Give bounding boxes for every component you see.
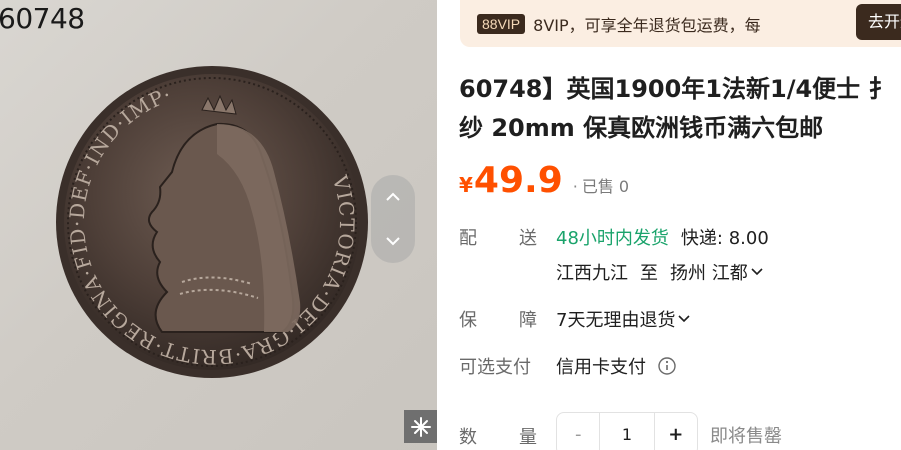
- product-info-panel: 88VIP 8VIP，可享全年退货包运费，每 去开通 60748】英国1900年…: [437, 0, 901, 450]
- guarantee-value: 7天无理由退货: [556, 310, 676, 331]
- zoom-button[interactable]: [404, 410, 437, 443]
- guarantee-info[interactable]: 7天无理由退货: [556, 306, 691, 332]
- ship-time: 48小时内发货: [556, 228, 669, 249]
- guarantee-label-char-2: 障: [519, 310, 537, 331]
- delivery-label-char-2: 送: [519, 228, 537, 249]
- image-nav-arrows: [371, 175, 415, 263]
- quantity-input[interactable]: 1: [599, 413, 655, 450]
- chevron-up-icon: [386, 192, 400, 201]
- ship-to-word: 至: [640, 263, 658, 284]
- payment-value: 信用卡支付: [556, 357, 646, 378]
- express-fee: 快递: 8.00: [680, 228, 769, 249]
- product-image-panel[interactable]: 60748 VICTORIA·DEI·GRA·BRITT·REGINA·FID·…: [0, 0, 437, 450]
- payment-label: 可选支付: [459, 353, 537, 379]
- quantity-label-char-1: 数: [459, 427, 477, 448]
- quantity-label: 数 量: [459, 423, 537, 449]
- ship-to: 扬州 江都: [670, 263, 748, 284]
- vip-badge: 88VIP: [477, 13, 526, 34]
- product-title-line-1: 60748】英国1900年1法新1/4便士 扌: [459, 75, 893, 103]
- stock-note: 即将售罄: [710, 426, 782, 447]
- price-row: ¥ 49.9 · 已售 0: [459, 160, 629, 201]
- delivery-route[interactable]: 江西九江 至 扬州 江都: [556, 259, 763, 285]
- quantity-label-char-2: 量: [519, 427, 537, 448]
- vip-banner[interactable]: 88VIP 8VIP，可享全年退货包运费，每 去开通: [460, 0, 901, 47]
- delivery-info: 48小时内发货 快递: 8.00: [556, 224, 769, 250]
- vip-activate-button[interactable]: 去开通: [856, 4, 901, 40]
- delivery-label-char-1: 配: [459, 228, 477, 249]
- payment-info: 信用卡支付: [556, 353, 676, 379]
- ship-from: 江西九江: [556, 263, 628, 284]
- product-title: 60748】英国1900年1法新1/4便士 扌 纱 20mm 保真欧洲钱币满六包…: [459, 70, 901, 148]
- zoom-sparkle-icon: [410, 416, 431, 437]
- sold-separator: ·: [572, 177, 578, 196]
- quantity-stepper: - 1 +: [556, 412, 698, 450]
- vip-promo-text: 8VIP，可享全年退货包运费，每: [533, 15, 761, 35]
- next-image-button[interactable]: [371, 219, 415, 263]
- coin-image: VICTORIA·DEI·GRA·BRITT·REGINA·FID·DEF·IN…: [52, 62, 372, 382]
- delivery-label: 配 送: [459, 224, 537, 250]
- price-value: 49.9: [473, 160, 563, 201]
- chevron-down-icon: [678, 315, 691, 323]
- sold-count: 已售 0: [581, 177, 630, 196]
- product-title-line-2: 纱 20mm 保真欧洲钱币满六包邮: [459, 114, 824, 142]
- image-caption: 60748: [0, 2, 85, 35]
- chevron-down-icon: [386, 237, 400, 246]
- chevron-down-icon: [751, 268, 763, 276]
- prev-image-button[interactable]: [371, 175, 415, 219]
- guarantee-label: 保 障: [459, 306, 537, 332]
- quantity-minus-button[interactable]: -: [557, 413, 599, 450]
- info-icon[interactable]: [658, 357, 676, 375]
- payment-label-text: 可选支付: [459, 357, 531, 378]
- guarantee-label-char-1: 保: [459, 310, 477, 331]
- quantity-plus-button[interactable]: +: [655, 413, 697, 450]
- price-currency: ¥: [459, 173, 473, 197]
